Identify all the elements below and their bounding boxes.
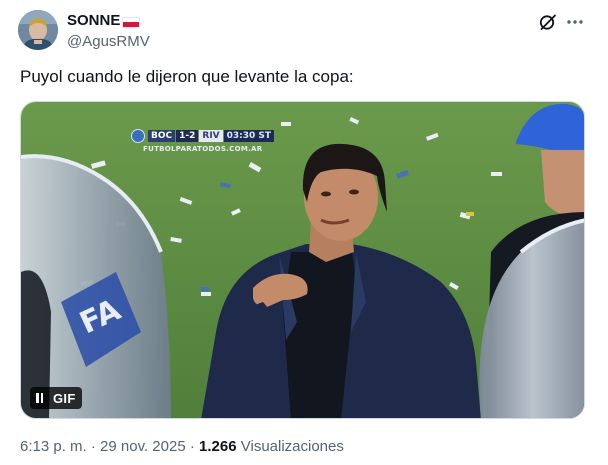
views-count: 1.266 <box>199 438 237 455</box>
poland-flag-icon <box>122 16 141 28</box>
tweet: SONNE @AgusRMV Puyol cuando le dijeron q… <box>0 0 608 465</box>
tweet-text: Puyol cuando le dijeron que levante la c… <box>20 67 354 86</box>
avatar-image <box>18 10 58 50</box>
meta-separator-2: · <box>189 438 195 455</box>
broadcast-watermark: FUTBOLPARATODOS.COM.AR <box>143 145 263 153</box>
meta-separator: · <box>90 438 96 455</box>
author-display-name[interactable]: SONNE <box>67 12 120 30</box>
scorebug-home: BOC <box>148 130 176 142</box>
tweet-time[interactable]: 6:13 p. m. <box>20 438 87 455</box>
scorebug: BOC 1-2 RIV 03:30 ST <box>131 129 275 143</box>
avatar[interactable] <box>18 10 58 50</box>
tweet-meta: 6:13 p. m. · 29 nov. 2025 · 1.266 Visual… <box>20 438 344 456</box>
views-label: Visualizaciones <box>240 438 344 455</box>
tweet-date[interactable]: 29 nov. 2025 <box>100 438 186 455</box>
author-name[interactable]: SONNE <box>67 12 141 30</box>
scorebug-away: RIV <box>199 130 223 142</box>
gif-controls: GIF <box>30 387 82 409</box>
gif-frame: FA <box>21 102 584 418</box>
scorebug-score: 1-2 <box>176 130 199 142</box>
pause-icon[interactable] <box>36 393 43 403</box>
author-handle[interactable]: @AgusRMV <box>67 33 150 51</box>
more-icon[interactable] <box>565 12 585 32</box>
soccer-ball-icon <box>131 129 145 143</box>
gif-badge: GIF <box>53 390 76 406</box>
scorebug-clock: 03:30 ST <box>223 130 275 142</box>
grok-icon[interactable] <box>539 13 557 31</box>
gif-media[interactable]: FA BOC 1-2 RIV 03:30 ST FUTBOLPARATODOS.… <box>20 101 585 419</box>
